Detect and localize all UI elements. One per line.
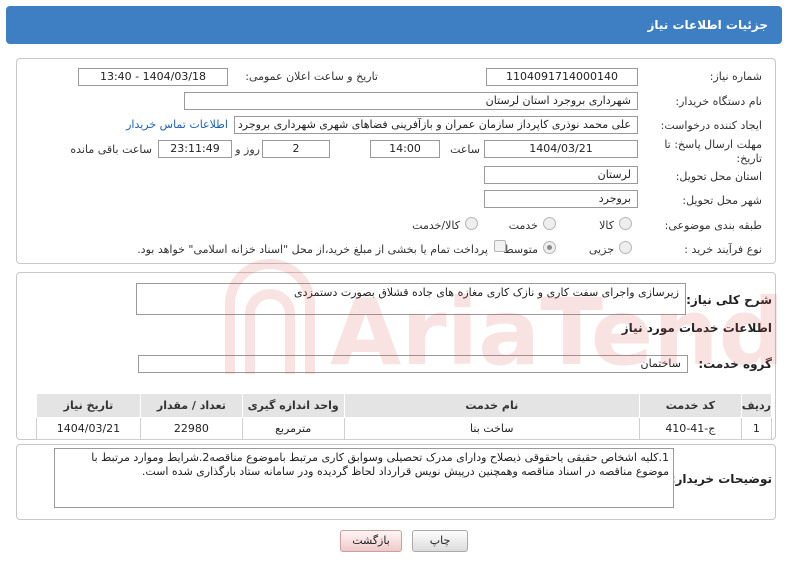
process-minor-radio[interactable] xyxy=(619,241,632,254)
days-remaining-field[interactable]: 2 xyxy=(262,140,330,158)
col-quantity: تعداد / مقدار xyxy=(139,393,243,418)
deadline-label: مهلت ارسال پاسخ: تا تاریخ: xyxy=(664,138,762,165)
cell-service-code: ج-41-410 xyxy=(638,417,742,440)
services-table-wrap: ردیف کد خدمت نام خدمت واحد اندازه گیری ت… xyxy=(36,393,773,440)
need-description-textarea[interactable]: زیرسازی واجرای سفت کاری و نازک کاری مغاز… xyxy=(136,283,686,315)
category-service-radio[interactable] xyxy=(543,217,556,230)
city-label: شهر محل تحویل: xyxy=(682,194,762,207)
table-row: 1 ج-41-410 ساخت بنا مترمربع 22980 1404/0… xyxy=(36,417,773,440)
cell-unit: مترمربع xyxy=(241,417,345,440)
announce-datetime-label: تاریخ و ساعت اعلان عمومی: xyxy=(245,70,378,83)
category-goods-radio[interactable] xyxy=(619,217,632,230)
category-goods-service-radio[interactable] xyxy=(465,217,478,230)
back-button[interactable]: بازگشت xyxy=(340,530,402,552)
treasury-payment-checkbox[interactable] xyxy=(494,240,506,252)
cell-row: 1 xyxy=(740,417,773,440)
col-service-name: نام خدمت xyxy=(343,393,640,418)
deadline-date-field[interactable]: 1404/03/21 xyxy=(484,140,638,158)
cell-need-date: 1404/03/21 xyxy=(36,417,141,440)
deadline-time-field[interactable]: 14:00 xyxy=(370,140,440,158)
services-table-header: ردیف کد خدمت نام خدمت واحد اندازه گیری ت… xyxy=(36,393,773,418)
time-remaining-field[interactable]: 23:11:49 xyxy=(158,140,232,158)
page-title: جزئیات اطلاعات نیاز xyxy=(647,18,768,32)
col-row: ردیف xyxy=(740,393,773,418)
buyer-notes-textarea[interactable]: 1.کلیه اشخاص حقیقی یاحقوقی ذیصلاح ودارای… xyxy=(54,448,674,508)
process-minor-label: جزیی xyxy=(588,243,614,256)
category-service-label: خدمت xyxy=(508,219,538,232)
service-group-field[interactable]: ساختمان xyxy=(138,355,688,373)
need-description-label: شرح کلی نیاز: xyxy=(686,293,772,307)
cell-service-name: ساخت بنا xyxy=(343,417,640,440)
col-service-code: کد خدمت xyxy=(638,393,742,418)
province-field[interactable]: لرستان xyxy=(484,166,638,184)
page-header: جزئیات اطلاعات نیاز xyxy=(6,6,782,44)
process-medium-radio[interactable] xyxy=(543,241,556,254)
category-goods-service-label: کالا/خدمت xyxy=(412,219,460,232)
province-label: استان محل تحویل: xyxy=(675,170,762,183)
need-number-field[interactable]: 1104091714000140 xyxy=(486,68,638,86)
deadline-time-label: ساعت xyxy=(450,143,480,156)
buyer-org-field[interactable]: شهرداری بروجرد استان لرستان xyxy=(184,92,638,110)
services-table: ردیف کد خدمت نام خدمت واحد اندازه گیری ت… xyxy=(36,393,773,440)
print-button[interactable]: چاپ xyxy=(412,530,468,552)
buyer-org-label: نام دستگاه خریدار: xyxy=(675,95,762,108)
cell-quantity: 22980 xyxy=(139,417,243,440)
buyer-contact-link[interactable]: اطلاعات تماس خریدار xyxy=(126,118,228,131)
category-goods-label: کالا xyxy=(599,219,614,232)
process-type-label: نوع فرآیند خرید : xyxy=(684,243,762,256)
need-number-label: شماره نیاز: xyxy=(709,70,762,83)
col-unit: واحد اندازه گیری xyxy=(241,393,345,418)
time-remaining-label: ساعت باقی مانده xyxy=(70,143,152,156)
buyer-notes-label: توضیحات خریدار: xyxy=(670,472,772,486)
services-section-title: اطلاعات خدمات مورد نیاز xyxy=(621,321,772,335)
process-medium-label: متوسط xyxy=(503,243,538,256)
creator-field[interactable]: علی محمد نوذری کاپرداز سازمان عمران و با… xyxy=(234,116,638,134)
creator-label: ایجاد کننده درخواست: xyxy=(660,119,762,132)
announce-datetime-field[interactable]: 1404/03/18 - 13:40 xyxy=(78,68,228,86)
city-field[interactable]: بروجرد xyxy=(484,190,638,208)
col-need-date: تاریخ نیاز xyxy=(36,393,141,418)
service-group-label: گروه خدمت: xyxy=(698,357,772,371)
treasury-payment-note: پرداخت تمام یا بخشی از مبلغ خرید،از محل … xyxy=(137,243,488,256)
days-label: روز و xyxy=(235,143,260,156)
category-label: طبقه بندی موضوعی: xyxy=(664,219,762,232)
